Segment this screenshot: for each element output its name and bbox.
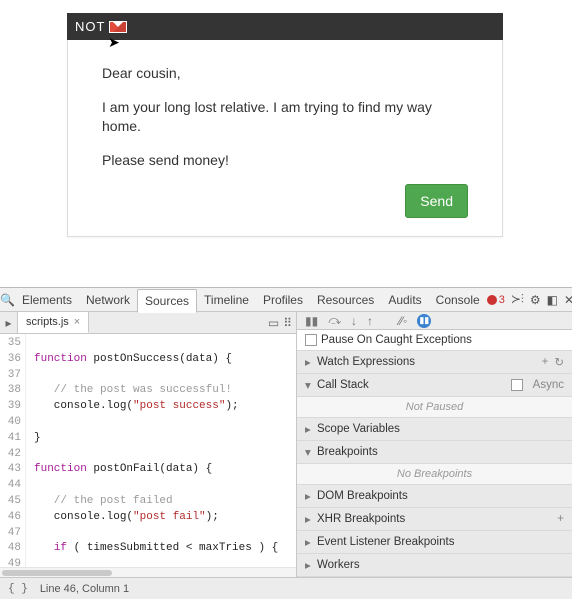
chevron-right-icon: ▸ — [305, 422, 315, 436]
add-icon[interactable]: + — [557, 513, 564, 525]
email-line: Please send money! — [102, 151, 468, 171]
breakpoints-header[interactable]: ▾ Breakpoints — [297, 441, 572, 464]
gear-icon[interactable]: ⚙ — [530, 293, 541, 307]
debugger-toolbar: ▮▮ ⤼ ↓ ↑ ⁄⁄◦ ▮▮ — [297, 312, 572, 330]
file-tab-label: scripts.js — [26, 316, 69, 328]
horizontal-scrollbar[interactable] — [0, 567, 296, 577]
watch-expressions-header[interactable]: ▸ Watch Expressions +↻ — [297, 351, 572, 374]
pause-caught-label: Pause On Caught Exceptions — [321, 334, 472, 346]
chevron-right-icon: ▸ — [305, 535, 315, 549]
not-paused-label: Not Paused — [297, 397, 572, 418]
chevron-right-icon: ▸ — [305, 512, 315, 526]
tab-sources[interactable]: Sources — [137, 289, 197, 313]
refresh-icon[interactable]: ↻ — [554, 355, 564, 369]
pretty-print-icon[interactable]: { } — [8, 583, 28, 595]
tab-timeline[interactable]: Timeline — [197, 289, 256, 311]
chevron-down-icon: ▾ — [305, 378, 315, 392]
dom-breakpoints-header[interactable]: ▸ DOM Breakpoints — [297, 485, 572, 508]
checkbox[interactable] — [305, 334, 317, 346]
search-icon[interactable]: 🔍 — [0, 293, 15, 307]
event-listener-breakpoints-header[interactable]: ▸ Event Listener Breakpoints — [297, 531, 572, 554]
code-editor[interactable]: 35 36 37 38 39 40 41 42 43 44 45 46 47 4… — [0, 334, 296, 567]
pause-on-exceptions-icon[interactable]: ▮▮ — [417, 314, 431, 328]
add-icon[interactable]: + — [542, 356, 549, 368]
debugger-sidebar: ▮▮ ⤼ ↓ ↑ ⁄⁄◦ ▮▮ Pause On Caught Exceptio… — [297, 312, 572, 577]
chevron-right-icon: ▸ — [305, 558, 315, 572]
call-stack-header[interactable]: ▾ Call Stack Async — [297, 374, 572, 397]
checkbox[interactable] — [511, 379, 523, 391]
file-tabs: ▸ scripts.js × ▭ ⠿ — [0, 312, 296, 334]
cursor-position: Line 46, Column 1 — [40, 583, 129, 595]
close-icon[interactable]: × — [74, 316, 80, 328]
scope-variables-header[interactable]: ▸ Scope Variables — [297, 418, 572, 441]
file-tab-scripts[interactable]: scripts.js × — [18, 312, 89, 333]
no-breakpoints-label: No Breakpoints — [297, 464, 572, 485]
devtools-toolbar: 🔍 Elements Network Sources Timeline Prof… — [0, 288, 572, 312]
email-titlebar: NOT — [67, 13, 503, 40]
more-icon[interactable]: ⠿ — [283, 316, 292, 330]
send-button[interactable]: Send — [405, 184, 468, 218]
line-gutter: 35 36 37 38 39 40 41 42 43 44 45 46 47 4… — [0, 334, 26, 567]
email-app: NOT ➤ Dear cousin, I am your long lost r… — [67, 13, 503, 237]
deactivate-breakpoints-icon[interactable]: ⁄⁄◦ — [399, 314, 407, 328]
mail-icon — [109, 21, 127, 33]
chevron-down-icon: ▾ — [305, 445, 315, 459]
email-greeting: Dear cousin, — [102, 64, 468, 84]
step-out-icon[interactable]: ↑ — [367, 314, 373, 328]
pause-caught-row[interactable]: Pause On Caught Exceptions — [297, 330, 572, 351]
code-content[interactable]: function postOnSuccess(data) { // the po… — [26, 334, 296, 567]
drawer-icon[interactable]: ≻⫶ — [511, 292, 524, 307]
tab-network[interactable]: Network — [79, 289, 137, 311]
dock-icon[interactable]: ◧ — [547, 293, 558, 307]
step-over-icon[interactable]: ⤼ — [328, 313, 341, 328]
tab-profiles[interactable]: Profiles — [256, 289, 310, 311]
email-line: I am your long lost relative. I am tryin… — [102, 98, 468, 137]
workers-header[interactable]: ▸ Workers — [297, 554, 572, 577]
close-icon[interactable]: ✕ — [564, 293, 572, 307]
history-icon[interactable]: ▭ — [268, 316, 279, 330]
navigator-toggle-icon[interactable]: ▸ — [0, 312, 18, 333]
chevron-right-icon: ▸ — [305, 489, 315, 503]
email-body: Dear cousin, I am your long lost relativ… — [67, 40, 503, 237]
tab-audits[interactable]: Audits — [381, 289, 428, 311]
devtools-panel: 🔍 Elements Network Sources Timeline Prof… — [0, 287, 572, 600]
sources-left-pane: ▸ scripts.js × ▭ ⠿ 35 36 37 38 39 40 41 … — [0, 312, 297, 577]
tab-resources[interactable]: Resources — [310, 289, 381, 311]
pause-icon[interactable]: ▮▮ — [305, 314, 318, 328]
brand-label: NOT — [75, 19, 105, 34]
error-badge[interactable]: 3 — [487, 294, 505, 306]
chevron-right-icon: ▸ — [305, 355, 315, 369]
tab-elements[interactable]: Elements — [15, 289, 79, 311]
tab-console[interactable]: Console — [429, 289, 487, 311]
xhr-breakpoints-header[interactable]: ▸ XHR Breakpoints + — [297, 508, 572, 531]
step-into-icon[interactable]: ↓ — [351, 314, 357, 328]
status-bar: { } Line 46, Column 1 — [0, 577, 572, 599]
